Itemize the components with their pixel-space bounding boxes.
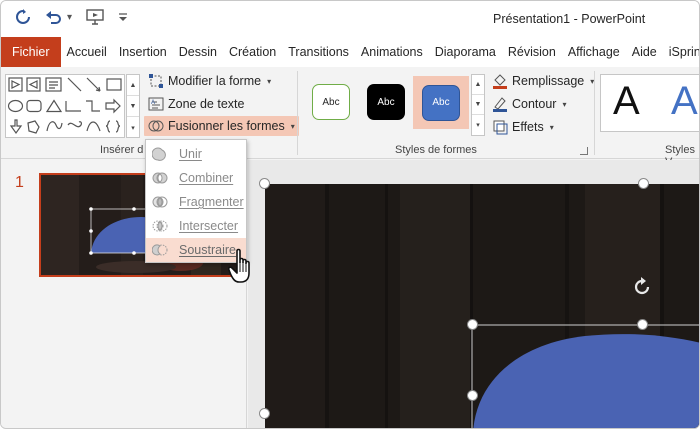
gallery-more-icon[interactable]: ▾ [127, 117, 139, 138]
group-separator [594, 71, 595, 155]
shape-style-blue-fill[interactable]: Abc [413, 76, 469, 129]
menu-item-intersect[interactable]: Intersecter [146, 214, 246, 238]
customize-qat-icon[interactable] [118, 12, 128, 22]
merge-shapes-icon [148, 118, 164, 134]
tab-ispring[interactable]: iSpring [663, 37, 699, 67]
pen-icon [492, 96, 508, 112]
shape-style-outline-green[interactable]: Abc [301, 80, 361, 124]
save-icon[interactable] [15, 9, 31, 25]
text-box-button[interactable]: A Zone de texte [148, 96, 244, 112]
shape-outline-label: Contour [512, 97, 557, 111]
chevron-down-icon: ▾ [290, 121, 295, 131]
shape-fill-label: Remplissage [512, 74, 585, 88]
combine-icon [152, 170, 168, 186]
tab-dessin[interactable]: Dessin [173, 37, 223, 67]
menu-item-label: Unir [179, 147, 202, 161]
menu-item-combine[interactable]: Combiner [146, 166, 246, 190]
slide-canvas[interactable] [265, 184, 699, 428]
shape-resize-handle[interactable] [467, 319, 478, 330]
window-title: Présentation1 - PowerPoint [493, 12, 646, 26]
tab-aide[interactable]: Aide [626, 37, 663, 67]
resize-handle[interactable] [259, 178, 270, 189]
shapes-gallery[interactable] [5, 74, 125, 138]
resize-handle[interactable] [638, 178, 649, 189]
style-sample-label: Abc [312, 84, 350, 120]
style-sample-label: Abc [422, 84, 460, 121]
slide-number: 1 [15, 174, 24, 191]
merge-shapes-label: Fusionner les formes [168, 119, 285, 133]
tab-fichier[interactable]: Fichier [1, 37, 61, 67]
scroll-down-icon[interactable]: ▼ [472, 95, 484, 115]
undo-icon[interactable] [45, 9, 63, 25]
tab-transitions[interactable]: Transitions [282, 37, 355, 67]
tab-revision[interactable]: Révision [502, 37, 562, 67]
wordart-gallery[interactable]: A A [600, 74, 699, 132]
powerpoint-window: ▾ Présentation1 - PowerPoint Fichier Acc… [0, 0, 700, 429]
text-box-label: Zone de texte [168, 97, 245, 111]
svg-text:A: A [151, 100, 155, 106]
insert-shapes-group-label: Insérer d [100, 144, 144, 156]
dialog-launcher-icon[interactable] [580, 147, 588, 155]
edit-shape-icon [148, 73, 164, 89]
merge-shapes-button[interactable]: Fusionner les formes ▾ [144, 116, 299, 136]
shape-styles-group-label: Styles de formes [395, 144, 477, 156]
title-bar: ▾ Présentation1 - PowerPoint [1, 1, 699, 37]
tab-animations[interactable]: Animations [355, 37, 429, 67]
fragment-icon [152, 194, 168, 210]
group-separator [297, 71, 298, 155]
undo-dropdown-icon[interactable]: ▾ [67, 12, 72, 23]
rotate-handle-icon[interactable] [631, 276, 653, 298]
intersect-icon [152, 218, 168, 234]
shape-style-black-fill[interactable]: Abc [356, 80, 416, 124]
shape-fill-button[interactable]: Remplissage ▾ [492, 73, 594, 89]
subtract-icon [151, 242, 168, 258]
wordart-sample[interactable]: A [671, 79, 698, 124]
menu-item-fragment[interactable]: Fragmenter [146, 190, 246, 214]
menu-item-label: Fragmenter [179, 195, 244, 209]
chevron-down-icon: ▾ [562, 99, 567, 109]
shape-effects-label: Effets [512, 120, 544, 134]
style-sample-label: Abc [367, 84, 405, 120]
chevron-down-icon: ▾ [267, 76, 272, 86]
tab-insertion[interactable]: Insertion [113, 37, 173, 67]
effects-icon [492, 119, 508, 135]
scroll-up-icon[interactable]: ▲ [472, 75, 484, 95]
edit-shape-button[interactable]: Modifier la forme ▾ [148, 73, 271, 89]
menu-item-label: Combiner [179, 171, 234, 185]
edit-shape-label: Modifier la forme [168, 74, 262, 88]
chevron-down-icon: ▾ [549, 122, 554, 132]
tab-diaporama[interactable]: Diaporama [429, 37, 502, 67]
shape-resize-handle[interactable] [637, 319, 648, 330]
hand-cursor-icon [227, 248, 258, 286]
gallery-more-icon[interactable]: ▾ [472, 115, 484, 135]
present-from-start-icon[interactable] [86, 9, 104, 25]
menu-item-union[interactable]: Unir [146, 142, 246, 166]
slide-editor [248, 160, 699, 428]
paint-bucket-icon [492, 73, 508, 89]
union-icon [151, 146, 168, 162]
scroll-up-icon[interactable]: ▲ [127, 75, 139, 96]
wordart-sample[interactable]: A [613, 79, 640, 124]
tab-accueil[interactable]: Accueil [61, 37, 113, 67]
tab-affichage[interactable]: Affichage [562, 37, 626, 67]
merge-shapes-menu: Unir Combiner Fragmenter Intersecter Sou… [145, 139, 247, 263]
scroll-down-icon[interactable]: ▼ [127, 96, 139, 117]
ribbon-tabs: Fichier Accueil Insertion Dessin Créatio… [1, 37, 699, 67]
shapes-gallery-scroll[interactable]: ▲ ▼ ▾ [126, 74, 140, 138]
tab-creation[interactable]: Création [223, 37, 282, 67]
shape-effects-button[interactable]: Effets ▾ [492, 119, 554, 135]
resize-handle[interactable] [259, 408, 270, 419]
ribbon: ▲ ▼ ▾ Insérer d Modifier la forme ▾ A Zo… [1, 67, 699, 168]
quick-access-toolbar: ▾ [15, 9, 128, 25]
text-box-icon: A [148, 96, 164, 112]
shape-outline-button[interactable]: Contour ▾ [492, 96, 567, 112]
menu-item-label: Intersecter [179, 219, 239, 233]
shape-resize-handle[interactable] [467, 390, 478, 401]
shape-styles-scroll[interactable]: ▲ ▼ ▾ [471, 74, 485, 136]
